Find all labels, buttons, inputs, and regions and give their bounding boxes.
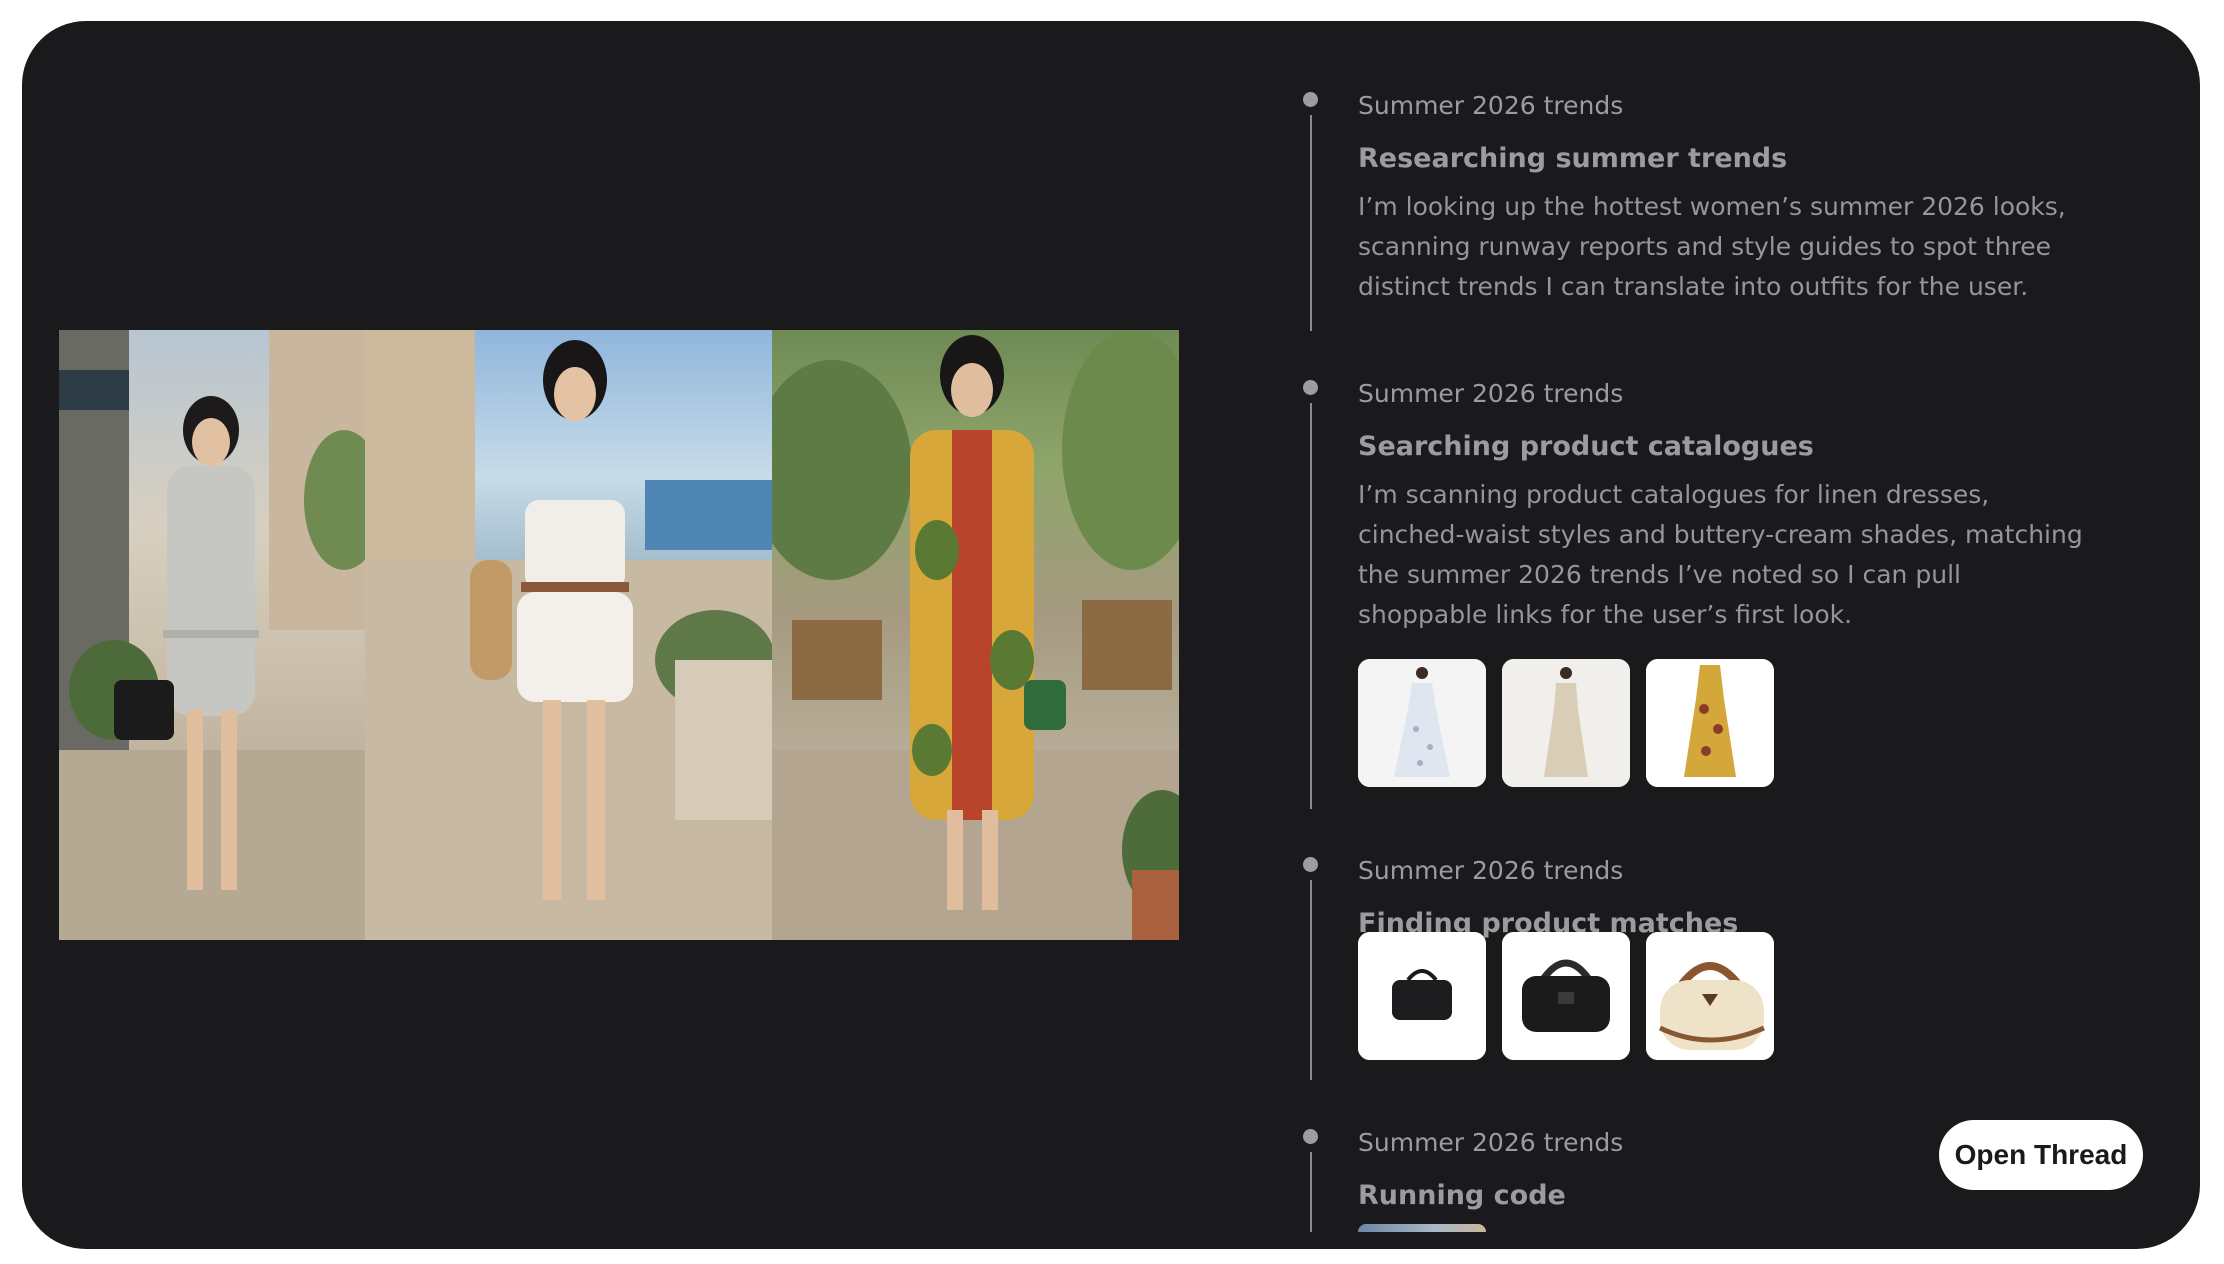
thread-preview-card: Summer 2026 trends Researching summer tr…	[22, 21, 2200, 1249]
activity-timeline: Summer 2026 trends Researching summer tr…	[1302, 21, 2102, 1249]
outfit-photo-printed-shirtdress	[772, 330, 1179, 940]
product-thumbnail-white-floral-dress[interactable]	[1358, 659, 1486, 787]
dress-icon	[1502, 659, 1630, 787]
timeline-step-dot	[1303, 1129, 1318, 1144]
timeline-step-title: Researching summer trends	[1358, 143, 1788, 174]
outfit-photo-grey-shirtdress-image	[59, 330, 365, 940]
timeline-step-label: Summer 2026 trends	[1358, 1128, 1624, 1157]
outfit-photo-white-romper	[365, 330, 772, 940]
product-thumbnails	[1358, 932, 1774, 1060]
timeline-connector	[1310, 880, 1312, 1080]
outfit-photo-printed-shirtdress-image	[772, 330, 1179, 940]
timeline-step-dot	[1303, 857, 1318, 872]
product-thumbnail-black-handbag[interactable]	[1358, 932, 1486, 1060]
product-thumbnails	[1358, 659, 1774, 787]
product-thumbnail-black-woven-handbag[interactable]	[1502, 932, 1630, 1060]
timeline-step-description: I’m scanning product catalogues for line…	[1358, 480, 2083, 629]
timeline-step-title: Running code	[1358, 1180, 1566, 1211]
outfit-photo-white-romper-image	[365, 330, 772, 940]
timeline-step-label: Summer 2026 trends	[1358, 856, 1624, 885]
timeline-step-dot	[1303, 92, 1318, 107]
timeline-step-label: Summer 2026 trends	[1358, 379, 1624, 408]
handbag-icon	[1358, 932, 1486, 1060]
product-thumbnail-cream-shearling-handbag[interactable]	[1646, 932, 1774, 1060]
dress-icon	[1646, 659, 1774, 787]
timeline-connector	[1310, 115, 1312, 331]
handbag-icon	[1502, 932, 1630, 1060]
timeline-step-description: I’m looking up the hottest women’s summe…	[1358, 192, 2066, 301]
product-thumbnail-cream-linen-dress[interactable]	[1502, 659, 1630, 787]
product-thumbnail-yellow-floral-dress[interactable]	[1646, 659, 1774, 787]
dress-icon	[1358, 659, 1486, 787]
handbag-icon	[1646, 932, 1774, 1060]
timeline-connector	[1310, 1152, 1312, 1232]
outfit-photo-grey-shirtdress	[59, 330, 365, 940]
timeline-step-label: Summer 2026 trends	[1358, 91, 1624, 120]
timeline-step-dot	[1303, 380, 1318, 395]
outfit-photo-strip	[59, 330, 1179, 940]
code-output-preview	[1358, 1224, 1486, 1232]
timeline-step-title: Searching product catalogues	[1358, 431, 1814, 462]
timeline-connector	[1310, 403, 1312, 809]
open-thread-button[interactable]: Open Thread	[1939, 1120, 2143, 1190]
